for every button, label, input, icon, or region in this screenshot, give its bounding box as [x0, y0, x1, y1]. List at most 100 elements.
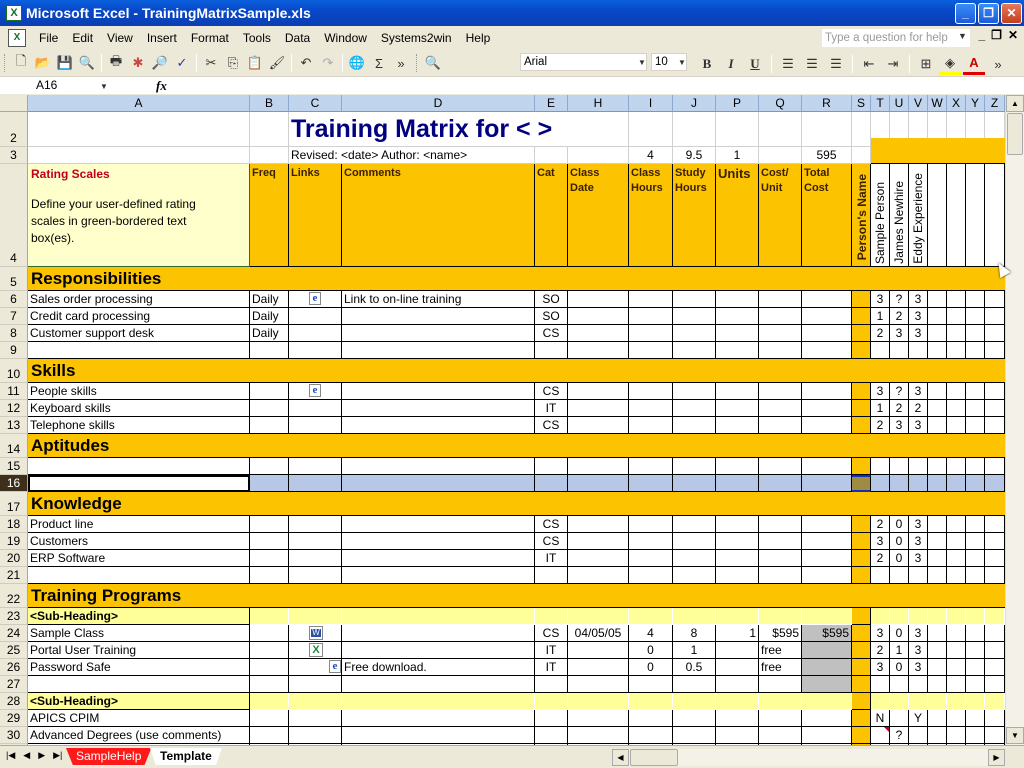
total-cost-15[interactable]	[802, 458, 852, 475]
rating-15-z[interactable]	[985, 458, 1005, 475]
item-name-27[interactable]	[28, 676, 250, 693]
rating-18-v[interactable]: 3	[909, 516, 928, 533]
units-13[interactable]	[716, 417, 759, 434]
increase-indent-icon[interactable]: ⇥	[882, 53, 904, 75]
freq-29[interactable]	[250, 710, 289, 727]
link-12[interactable]	[289, 400, 342, 417]
section-responsibilities[interactable]: Responsibilities	[28, 267, 852, 291]
units-11[interactable]	[716, 383, 759, 400]
rating-20-x[interactable]	[947, 550, 966, 567]
cost-unit-26[interactable]: free	[759, 659, 802, 676]
rating-30-x[interactable]	[947, 727, 966, 744]
minimize-button[interactable]: _	[955, 3, 976, 24]
rating-7-x[interactable]	[947, 308, 966, 325]
rating-29-w[interactable]	[928, 710, 947, 727]
rating-8-z[interactable]	[985, 325, 1005, 342]
study-hours-16[interactable]	[673, 475, 716, 492]
rating-29-x[interactable]	[947, 710, 966, 727]
column-header-j[interactable]: J	[673, 95, 716, 112]
rating-26-v[interactable]: 3	[909, 659, 928, 676]
units-26[interactable]	[716, 659, 759, 676]
column-header-e[interactable]: E	[535, 95, 568, 112]
cat-21[interactable]	[535, 567, 568, 584]
cost-unit-20[interactable]	[759, 550, 802, 567]
cost-unit-30[interactable]	[759, 727, 802, 744]
comment-26[interactable]: Free download.	[342, 659, 535, 676]
subheading-cell-23-b[interactable]	[250, 608, 289, 625]
total-cost-18[interactable]	[802, 516, 852, 533]
link-6[interactable]: e	[289, 291, 342, 308]
person-name-empty-z[interactable]	[985, 164, 1005, 267]
units-12[interactable]	[716, 400, 759, 417]
class-date-15[interactable]	[568, 458, 629, 475]
comment-12[interactable]	[342, 400, 535, 417]
column-header-w[interactable]: W	[928, 95, 947, 112]
subheading-rating-23-w[interactable]	[928, 608, 947, 625]
rating-15-t[interactable]	[871, 458, 890, 475]
subheading-cell-23-c[interactable]	[289, 608, 342, 625]
class-date-18[interactable]	[568, 516, 629, 533]
comment-6[interactable]: Link to on-line training	[342, 291, 535, 308]
align-center-icon[interactable]: ☰	[801, 53, 823, 75]
prev-sheet-icon[interactable]: ◀	[23, 750, 30, 761]
cost-unit-7[interactable]	[759, 308, 802, 325]
link-26[interactable]: e	[289, 659, 342, 676]
toolbar-options-icon[interactable]: »	[390, 52, 412, 74]
rating-11-v[interactable]: 3	[909, 383, 928, 400]
rating-25-u[interactable]: 1	[890, 642, 909, 659]
copy-icon[interactable]: ⎘	[222, 52, 244, 74]
rating-9-w[interactable]	[928, 342, 947, 359]
rating-30-v[interactable]	[909, 727, 928, 744]
rating-30-y[interactable]	[966, 727, 985, 744]
next-sheet-icon[interactable]: ▶	[38, 750, 45, 761]
row-header-29[interactable]: 29	[0, 710, 28, 727]
rating-21-t[interactable]	[871, 567, 890, 584]
total-cost-19[interactable]	[802, 533, 852, 550]
subheading-cell-28-b[interactable]	[250, 693, 289, 710]
rating-12-v[interactable]: 2	[909, 400, 928, 417]
class-hours-11[interactable]	[629, 383, 673, 400]
units-9[interactable]	[716, 342, 759, 359]
rating-6-t[interactable]: 3	[871, 291, 890, 308]
study-hours-20[interactable]	[673, 550, 716, 567]
link-16[interactable]	[289, 475, 342, 492]
class-date-9[interactable]	[568, 342, 629, 359]
freq-27[interactable]	[250, 676, 289, 693]
class-date-11[interactable]	[568, 383, 629, 400]
save-icon[interactable]: 💾	[54, 52, 76, 74]
borders-icon[interactable]: ⊞	[915, 53, 937, 75]
comment-16[interactable]	[342, 475, 535, 492]
cost-unit-13[interactable]	[759, 417, 802, 434]
column-header-i[interactable]: I	[629, 95, 673, 112]
section-skills[interactable]: Skills	[28, 359, 852, 383]
menu-format[interactable]: Format	[184, 28, 236, 48]
rating-11-z[interactable]	[985, 383, 1005, 400]
row-header-24[interactable]: 24	[0, 625, 28, 642]
class-date-13[interactable]	[568, 417, 629, 434]
rating-7-v[interactable]: 3	[909, 308, 928, 325]
cost-unit-24[interactable]: $595	[759, 625, 802, 642]
spelling-icon[interactable]: ✓	[171, 52, 193, 74]
subheading-cell-23-r[interactable]	[802, 608, 852, 625]
cost-unit-29[interactable]	[759, 710, 802, 727]
study-hours-18[interactable]	[673, 516, 716, 533]
item-name-26[interactable]: Password Safe	[28, 659, 250, 676]
rating-19-z[interactable]	[985, 533, 1005, 550]
rating-13-v[interactable]: 3	[909, 417, 928, 434]
rating-26-w[interactable]	[928, 659, 947, 676]
subheading-rating-28-v[interactable]	[909, 693, 928, 710]
column-header-r[interactable]: R	[802, 95, 852, 112]
subheading-rating-28-u[interactable]	[890, 693, 909, 710]
rating-27-v[interactable]	[909, 676, 928, 693]
total-cost-6[interactable]	[802, 291, 852, 308]
hyperlink-icon[interactable]: 🌐	[346, 52, 368, 74]
class-hours-25[interactable]: 0	[629, 642, 673, 659]
excel-doc-icon[interactable]: X	[309, 643, 323, 657]
subheading-rating-23-t[interactable]	[871, 608, 890, 625]
row-header-2[interactable]: 2	[0, 112, 28, 147]
row-header-17[interactable]: 17	[0, 492, 28, 516]
rating-21-u[interactable]	[890, 567, 909, 584]
rating-15-w[interactable]	[928, 458, 947, 475]
row-header-9[interactable]: 9	[0, 342, 28, 359]
rating-26-u[interactable]: 0	[890, 659, 909, 676]
